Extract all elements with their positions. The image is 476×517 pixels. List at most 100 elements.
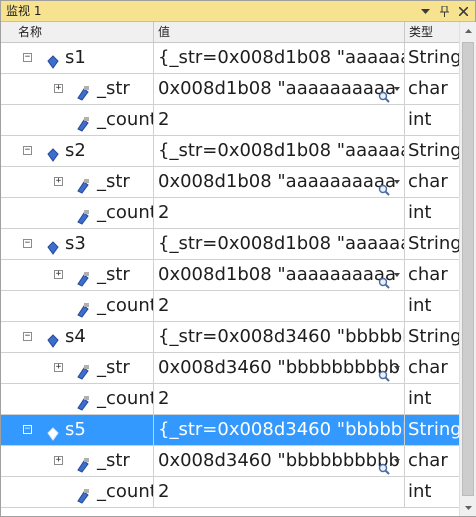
watch-row-field[interactable]: _count 2 int [1,198,459,229]
watch-row-field[interactable]: + _str 0x008d1b08 "aaaaaaaaaa char [1,260,459,291]
variable-name: s3 [65,233,86,254]
viewer-dropdown-icon[interactable] [394,180,400,184]
pin-icon[interactable] [437,4,452,19]
magnifier-icon[interactable] [378,269,390,289]
type-cell: int [408,295,432,316]
name-cell[interactable]: _count [1,198,154,228]
value-cell[interactable]: {_str=0x008d3460 "bbbbbbbbb [154,415,405,445]
name-cell[interactable]: − s3 [1,229,154,259]
watch-row-field[interactable]: _count 2 int [1,384,459,415]
magnifier-icon[interactable] [378,83,390,103]
watch-row-field[interactable]: _count 2 int [1,477,459,508]
value-cell[interactable]: 0x008d1b08 "aaaaaaaaaa [154,167,405,197]
watch-row-field[interactable]: _count 2 int [1,291,459,322]
column-header-type[interactable]: 类型 [405,22,459,43]
collapse-icon[interactable]: − [23,53,32,62]
field-icon [75,112,91,132]
expand-icon[interactable]: + [54,270,63,279]
scrollbar-thumb[interactable] [462,42,474,496]
variable-name: s2 [65,140,86,161]
name-cell[interactable]: + _str [1,74,154,104]
close-icon[interactable] [456,4,471,19]
watch-grid: 名称 值 类型 −s1{_str=0x008d1b08 "aaaaaaaaaSt… [1,22,459,516]
type-cell: String [408,419,459,440]
dropdown-icon[interactable] [418,4,433,19]
field-icon [75,298,91,318]
name-cell[interactable]: − s2 [1,136,154,166]
type-cell: int [408,109,432,130]
viewer-dropdown-icon[interactable] [394,459,400,463]
type-cell: int [408,202,432,223]
name-cell[interactable]: _count [1,105,154,135]
watch-row-variable[interactable]: − s3 {_str=0x008d1b08 "aaaaaaaaaString [1,229,459,260]
name-cell[interactable]: _count [1,384,154,414]
value-cell[interactable]: 2 [154,291,405,321]
value-cell[interactable]: 2 [154,105,405,135]
field-icon [75,453,91,473]
name-cell[interactable]: + _str [1,446,154,476]
watch-row-variable[interactable]: − s5 {_str=0x008d3460 "bbbbbbbbbString [1,415,459,446]
watch-row-field[interactable]: _count 2 int [1,105,459,136]
name-cell[interactable]: + _str [1,353,154,383]
value-cell[interactable]: 2 [154,384,405,414]
scroll-up-icon[interactable] [460,22,476,39]
watch-row-variable[interactable]: − s4 {_str=0x008d3460 "bbbbbbbbbString [1,322,459,353]
name-cell[interactable]: − s4 [1,322,154,352]
value-cell[interactable]: 0x008d3460 "bbbbbbbbbb [154,353,405,383]
magnifier-icon[interactable] [378,362,390,382]
magnifier-icon[interactable] [378,176,390,196]
variable-value: 0x008d1b08 "aaaaaaaaaa [158,264,396,285]
expand-icon[interactable]: + [54,84,63,93]
expand-icon[interactable]: + [54,456,63,465]
viewer-dropdown-icon[interactable] [394,366,400,370]
magnifier-icon[interactable] [378,455,390,475]
value-cell[interactable]: {_str=0x008d1b08 "aaaaaaaaa [154,43,405,73]
column-header-value[interactable]: 值 [154,22,405,43]
collapse-icon[interactable]: − [23,332,32,341]
watch-row-field[interactable]: + _str 0x008d1b08 "aaaaaaaaaa char [1,74,459,105]
name-cell[interactable]: − s1 [1,43,154,73]
type-cell: char [408,78,448,99]
name-cell[interactable]: _count [1,477,154,507]
name-cell[interactable]: − s5 [1,415,154,445]
collapse-icon[interactable]: − [23,425,32,434]
field-icon [75,81,91,101]
type-cell: char [408,357,448,378]
name-cell[interactable]: _count [1,291,154,321]
watch-row-field[interactable]: + _str 0x008d1b08 "aaaaaaaaaa char [1,167,459,198]
watch-row-field[interactable]: + _str 0x008d3460 "bbbbbbbbbb char [1,353,459,384]
value-cell[interactable]: 2 [154,198,405,228]
variable-name: _str [97,450,130,471]
value-cell[interactable]: {_str=0x008d1b08 "aaaaaaaaa [154,229,405,259]
variable-value: 2 [158,481,170,502]
watch-rows: −s1{_str=0x008d1b08 "aaaaaaaaaString+_st… [1,43,459,508]
variable-name: _str [97,357,130,378]
watch-row-variable[interactable]: − s2 {_str=0x008d1b08 "aaaaaaaaaString [1,136,459,167]
title-buttons [418,4,471,19]
variable-name: _str [97,171,130,192]
value-cell[interactable]: {_str=0x008d1b08 "aaaaaaaaa [154,136,405,166]
viewer-dropdown-icon[interactable] [394,87,400,91]
name-cell[interactable]: + _str [1,167,154,197]
value-cell[interactable]: 0x008d3460 "bbbbbbbbbb [154,446,405,476]
expand-icon[interactable]: + [54,363,63,372]
variable-icon [45,236,61,255]
scroll-down-icon[interactable] [460,499,476,516]
name-cell[interactable]: + _str [1,260,154,290]
type-cell: int [408,388,432,409]
vertical-scrollbar[interactable] [459,22,476,516]
watch-row-field[interactable]: + _str 0x008d3460 "bbbbbbbbbb char [1,446,459,477]
value-cell[interactable]: 2 [154,477,405,507]
title-bar[interactable]: 监视 1 [1,1,475,22]
variable-name: _count [97,388,154,409]
column-header-name[interactable]: 名称 [1,22,154,43]
collapse-icon[interactable]: − [23,239,32,248]
variable-name: _count [97,109,154,130]
value-cell[interactable]: {_str=0x008d3460 "bbbbbbbbb [154,322,405,352]
viewer-dropdown-icon[interactable] [394,273,400,277]
expand-icon[interactable]: + [54,177,63,186]
watch-row-variable[interactable]: − s1 {_str=0x008d1b08 "aaaaaaaaaString [1,43,459,74]
value-cell[interactable]: 0x008d1b08 "aaaaaaaaaa [154,74,405,104]
collapse-icon[interactable]: − [23,146,32,155]
value-cell[interactable]: 0x008d1b08 "aaaaaaaaaa [154,260,405,290]
